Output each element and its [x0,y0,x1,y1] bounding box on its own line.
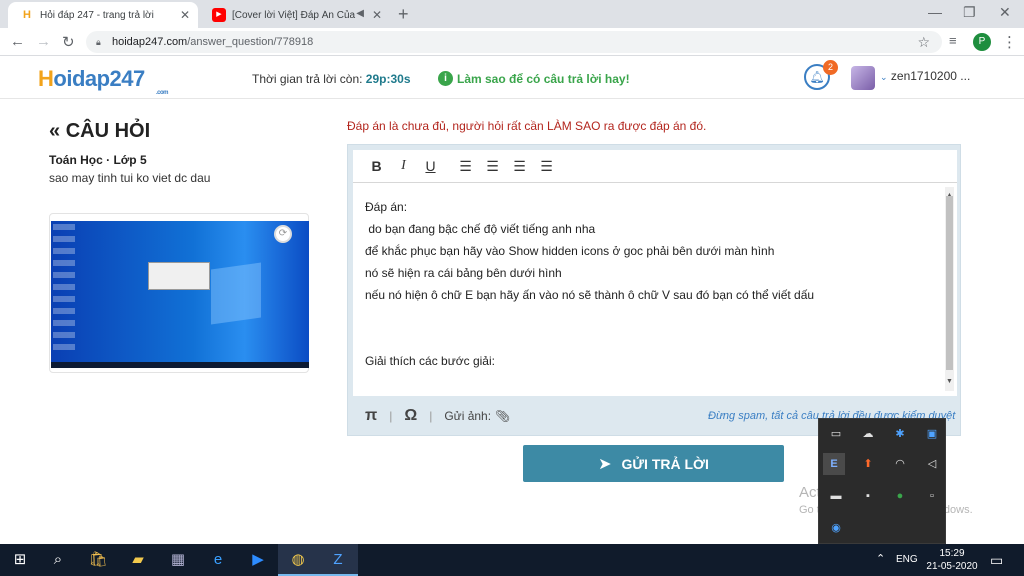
answer-line [365,306,957,328]
user-avatar[interactable] [851,66,875,90]
answer-line: Giải thích các bước giải: [365,354,495,368]
zoom-app-icon[interactable]: ▶ [238,544,278,576]
browser-tab-bar: H Hỏi đáp 247 - trang trả lời ✕ ▶ [Cover… [0,0,1024,28]
pi-button[interactable]: π [365,407,377,425]
answer-tip-link[interactable]: i Làm sao để có câu trả lời hay! [438,71,630,86]
hoidap-favicon-icon: H [23,9,31,21]
unikey-e-icon[interactable]: E [823,453,845,475]
display-icon[interactable]: ▭ [825,423,847,445]
tab-title: [Cover lời Việt] Đáp Án Của [232,9,356,21]
media-control-icon[interactable]: ≡ [949,33,957,48]
wifi-icon[interactable]: ◠ [889,453,911,475]
update-icon[interactable]: ⬆ [857,453,879,475]
lock-icon: 🔒︎ [96,37,101,47]
zoom-icon[interactable]: ⟳ [274,225,292,243]
close-tab-icon[interactable]: ✕ [372,8,382,22]
site-logo[interactable]: Hoidap247 .com [38,66,169,96]
zalo-icon[interactable]: Z [318,544,358,576]
usb-icon[interactable]: ▬ [825,485,847,507]
double-chevron-left-icon[interactable]: « [49,120,60,142]
youtube-favicon-icon: ▶ [212,8,226,22]
omega-button[interactable]: Ω [404,407,417,425]
answer-editor: B I U ☰ ☰ ☰ ☰ Đáp án: do bạn đang bậc ch… [347,144,961,436]
zalo-tray-icon[interactable]: ◉ [825,517,847,539]
url-field[interactable]: 🔒︎ hoidap247.com/answer_question/778918 … [86,31,942,53]
address-bar: ← → ↻ 🔒︎ hoidap247.com/answer_question/7… [0,28,1024,56]
underline-button[interactable]: U [417,158,444,174]
answer-line: để khắc phục bạn hãy vào Show hidden ico… [365,244,775,258]
windows-start-icon[interactable]: ⊞ [0,544,40,576]
scrollbar-thumb[interactable] [946,196,953,370]
ip-app-icon[interactable]: ▦ [158,544,198,576]
site-header: Hoidap247 .com Thời gian trả lời còn: 29… [0,57,1024,99]
chevron-down-icon: ⌄ [880,72,888,82]
windows-taskbar: ⊞ ⌕ 🛍︎ ▰ ▦ e ▶ ◍ Z ⌃ ENG 15:29 21-05-202… [0,544,1024,576]
align-left-icon[interactable]: ☰ [452,158,479,175]
align-right-icon[interactable]: ☰ [506,158,533,175]
file-explorer-icon[interactable]: ▰ [118,544,158,576]
bookmark-star-icon[interactable]: ☆ [917,34,930,51]
answer-timer: Thời gian trả lời còn: 29p:30s [252,72,411,86]
new-tab-icon[interactable]: + [398,4,409,25]
cloud-icon[interactable]: ☁ [857,423,879,445]
tab-youtube[interactable]: ▶ [Cover lời Việt] Đáp Án Của ◀︎ ✕ [200,2,390,28]
chrome-icon[interactable]: ◍ [278,544,318,576]
question-image[interactable]: ⟳ [49,213,309,373]
profile-avatar[interactable]: P [973,33,991,51]
reload-icon[interactable]: ↻ [62,33,75,51]
close-tab-icon[interactable]: ✕ [180,8,190,22]
attach-label: Gửi ảnh: [444,409,492,423]
lock-tray-icon[interactable]: ▫ [921,485,943,507]
question-subject: Toán Học · Lớp 5 [49,153,147,167]
align-justify-icon[interactable]: ☰ [533,158,560,175]
answer-warning: Đáp án là chưa đủ, người hỏi rất cần LÀM… [347,119,707,133]
editor-toolbar: B I U ☰ ☰ ☰ ☰ [353,150,957,182]
mute-icon[interactable]: ◀︎ [356,8,364,19]
answer-textarea[interactable]: Đáp án: do bạn đang bậc chế độ viết tiến… [353,182,957,396]
app-tray-icon[interactable]: ▣ [921,423,943,445]
paperclip-icon[interactable]: 📎︎ [495,409,510,423]
italic-button[interactable]: I [390,158,417,174]
question-text: sao may tinh tui ko viet dc dau [49,171,211,185]
submit-answer-button[interactable]: ➤ GỬI TRẢ LỜI [523,445,784,482]
store-icon[interactable]: 🛍︎ [78,544,118,576]
bold-button[interactable]: B [363,158,390,174]
volume-icon[interactable]: ◁ [921,453,943,475]
notification-badge: 2 [823,60,838,75]
answer-line: Đáp án: [365,200,408,214]
send-icon: ➤ [598,455,612,473]
bluetooth-icon[interactable]: ✱ [889,423,911,445]
close-window-icon[interactable]: ✕ [999,4,1011,21]
minimize-icon[interactable]: — [928,4,942,20]
notification-bell-icon[interactable]: 🔔︎ 2 [804,60,838,90]
user-menu[interactable]: ⌄ zen1710200 ... [880,69,970,83]
info-icon: i [438,71,453,86]
tab-hoidap[interactable]: H Hỏi đáp 247 - trang trả lời ✕ [8,2,198,28]
restore-icon[interactable]: ❐ [963,4,976,21]
answer-line [365,328,957,350]
answer-line: do bạn đang bậc chế độ viết tiếng anh nh… [365,222,596,236]
power-icon[interactable]: ▪ [857,485,879,507]
system-clock[interactable]: 15:29 21-05-2020 [924,547,980,573]
edge-icon[interactable]: e [198,544,238,576]
answer-line: nó sẽ hiện ra cái bảng bên dưới hình [365,266,562,280]
editor-scrollbar[interactable]: ▲ ▼ [945,187,954,391]
search-icon[interactable]: ⌕ [38,544,78,576]
hidden-icons-tray: ▭ ☁ ✱ ▣ E ⬆ ◠ ◁ ▬ ▪ ● ▫ ◉ [818,418,946,544]
scroll-down-icon[interactable]: ▼ [946,371,953,393]
menu-icon[interactable]: ⋮ [1002,33,1017,51]
input-language[interactable]: ENG [896,554,918,565]
tab-title: Hỏi đáp 247 - trang trả lời [40,9,154,21]
desktop-screenshot [51,221,309,368]
notification-center-icon[interactable]: ▭ [990,552,1003,569]
forward-icon[interactable]: → [36,33,51,50]
back-icon[interactable]: ← [10,33,25,50]
show-hidden-icons-chevron[interactable]: ⌃ [876,552,885,565]
green-app-icon[interactable]: ● [889,485,911,507]
answer-line: nếu nó hiện ô chữ E bạn hãy ấn vào nó sẽ… [365,288,815,302]
align-center-icon[interactable]: ☰ [479,158,506,175]
url-domain: hoidap247.com [112,36,188,48]
question-heading: « CÂU HỎI [49,120,151,142]
url-path: /answer_question/778918 [187,36,314,48]
